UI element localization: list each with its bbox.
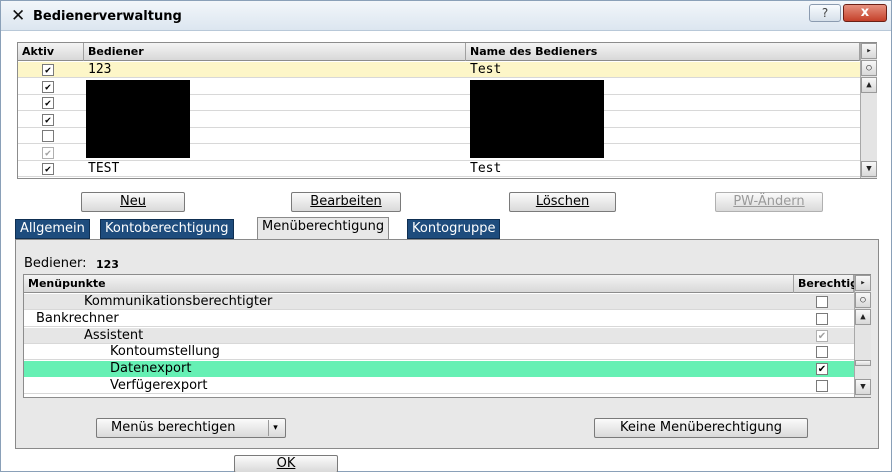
- scroll-down-icon[interactable]: ▼: [855, 379, 871, 395]
- tab-menueberechtigung[interactable]: Menüberechtigung: [257, 217, 390, 239]
- tab-allgemein[interactable]: Allgemein: [15, 219, 90, 239]
- pw-change-button[interactable]: PW-Ändern: [715, 192, 823, 212]
- allowed-cell: [794, 361, 854, 378]
- close-button[interactable]: x: [843, 4, 887, 22]
- scroll-right-icon[interactable]: ▸: [855, 275, 871, 291]
- menu-item-label: Bankrechner: [36, 310, 119, 326]
- menu-item-label: Verfügerexport: [110, 378, 208, 393]
- menu-item-label: Kontoumstellung: [110, 344, 220, 360]
- menu-row[interactable]: Kontoumstellung: [24, 344, 854, 361]
- menu-permission-panel: Bediener: 123 Menüpunkte Berechtigt Komm…: [15, 239, 879, 449]
- menu-row[interactable]: Bankrechner: [24, 310, 854, 327]
- scroll-right-icon[interactable]: ▸: [861, 43, 877, 59]
- app-logo-icon: [11, 7, 29, 25]
- active-checkbox[interactable]: [42, 163, 54, 175]
- name-cell: Test: [470, 161, 502, 176]
- tab-kontogruppe[interactable]: Kontogruppe: [407, 219, 501, 239]
- allowed-checkbox[interactable]: [816, 363, 828, 376]
- table-row[interactable]: 123 Test: [18, 62, 860, 78]
- user-cell: 123: [88, 62, 112, 77]
- users-grid: Aktiv Bediener Name des Bedieners 123 Tes…: [17, 42, 877, 179]
- menu-row[interactable]: Kommunikationsberechtigter: [24, 294, 854, 310]
- scroll-knob-icon[interactable]: ○: [861, 60, 877, 76]
- menu-row[interactable]: Verfügerexport: [24, 378, 854, 394]
- user-cell: TEST: [88, 161, 120, 176]
- column-header-user[interactable]: Bediener: [84, 43, 466, 61]
- column-header-name[interactable]: Name des Bedieners: [466, 43, 860, 61]
- active-checkbox[interactable]: [42, 130, 54, 142]
- allowed-cell: [794, 378, 854, 394]
- delete-button[interactable]: Löschen: [509, 192, 616, 212]
- user-value: 123: [96, 258, 119, 271]
- help-button[interactable]: ?: [809, 4, 841, 22]
- pw-change-button-label: PW-Ändern: [733, 194, 805, 209]
- grant-menus-label: Menüs berechtigen: [111, 420, 236, 435]
- menu-grid: Menüpunkte Berechtigt Kommunikationsbere…: [23, 274, 871, 398]
- active-checkbox[interactable]: [42, 97, 54, 109]
- edit-button[interactable]: Bearbeiten: [291, 192, 401, 212]
- active-checkbox[interactable]: [42, 64, 54, 76]
- menu-row[interactable]: Assistent: [24, 327, 854, 344]
- ok-button[interactable]: OK: [234, 455, 338, 472]
- name-cell: Test: [470, 62, 502, 77]
- tab-kontoberechtigung[interactable]: Kontoberechtigung: [100, 219, 234, 239]
- allowed-checkbox[interactable]: [816, 312, 828, 325]
- allowed-checkbox[interactable]: [816, 329, 828, 342]
- users-grid-scrollbar[interactable]: ▸ ○ ▲ ▼: [860, 43, 877, 178]
- scroll-up-icon[interactable]: ▲: [855, 309, 871, 325]
- dialog-window: Bedienerverwaltung ? x Aktiv Bediener Na…: [0, 0, 892, 472]
- new-button[interactable]: Neu: [81, 192, 185, 212]
- allowed-cell: [794, 294, 854, 310]
- allowed-cell: [794, 311, 854, 327]
- scroll-up-icon[interactable]: ▲: [861, 77, 877, 93]
- delete-button-label: Löschen: [535, 194, 590, 209]
- scroll-down-icon[interactable]: ▼: [861, 161, 877, 177]
- user-label: Bediener:: [24, 256, 87, 271]
- allowed-checkbox[interactable]: [816, 346, 828, 359]
- dropdown-arrow-icon[interactable]: ▾: [268, 420, 282, 436]
- edit-button-label: Bearbeiten: [310, 194, 382, 209]
- window-title: Bedienerverwaltung: [33, 9, 182, 24]
- table-row[interactable]: TEST Test: [18, 161, 860, 177]
- menu-grid-scrollbar[interactable]: ▸ ○ ▲ ▼: [854, 275, 871, 397]
- redacted-block: [470, 80, 604, 158]
- active-checkbox[interactable]: [42, 113, 54, 126]
- menu-row[interactable]: Datenexport: [24, 361, 854, 378]
- scroll-knob-icon[interactable]: ○: [855, 292, 871, 308]
- redacted-block: [86, 80, 190, 158]
- no-menu-permission-button[interactable]: Keine Menüberechtigung: [594, 418, 808, 438]
- menu-grid-header: Menüpunkte Berechtigt: [24, 275, 863, 293]
- scroll-thumb[interactable]: [855, 360, 871, 366]
- allowed-cell: [794, 328, 854, 344]
- active-checkbox[interactable]: [42, 146, 54, 159]
- ok-button-label: OK: [276, 456, 296, 471]
- column-header-active[interactable]: Aktiv: [18, 43, 84, 61]
- allowed-checkbox[interactable]: [816, 380, 828, 392]
- grant-menus-button[interactable]: Menüs berechtigen ▾: [96, 418, 286, 438]
- menu-item-label: Kommunikationsberechtigter: [84, 294, 273, 309]
- column-header-allowed[interactable]: Berechtigt: [794, 275, 863, 293]
- column-header-menu-item[interactable]: Menüpunkte: [24, 275, 794, 293]
- new-button-label: Neu: [120, 194, 146, 209]
- title-bar: Bedienerverwaltung ? x: [1, 1, 891, 31]
- menu-item-label: Datenexport: [24, 361, 794, 378]
- users-grid-header: Aktiv Bediener Name des Bedieners: [18, 43, 860, 61]
- allowed-cell: [794, 344, 854, 360]
- allowed-checkbox[interactable]: [816, 296, 828, 308]
- active-checkbox[interactable]: [42, 80, 54, 93]
- menu-item-label: Assistent: [84, 327, 144, 343]
